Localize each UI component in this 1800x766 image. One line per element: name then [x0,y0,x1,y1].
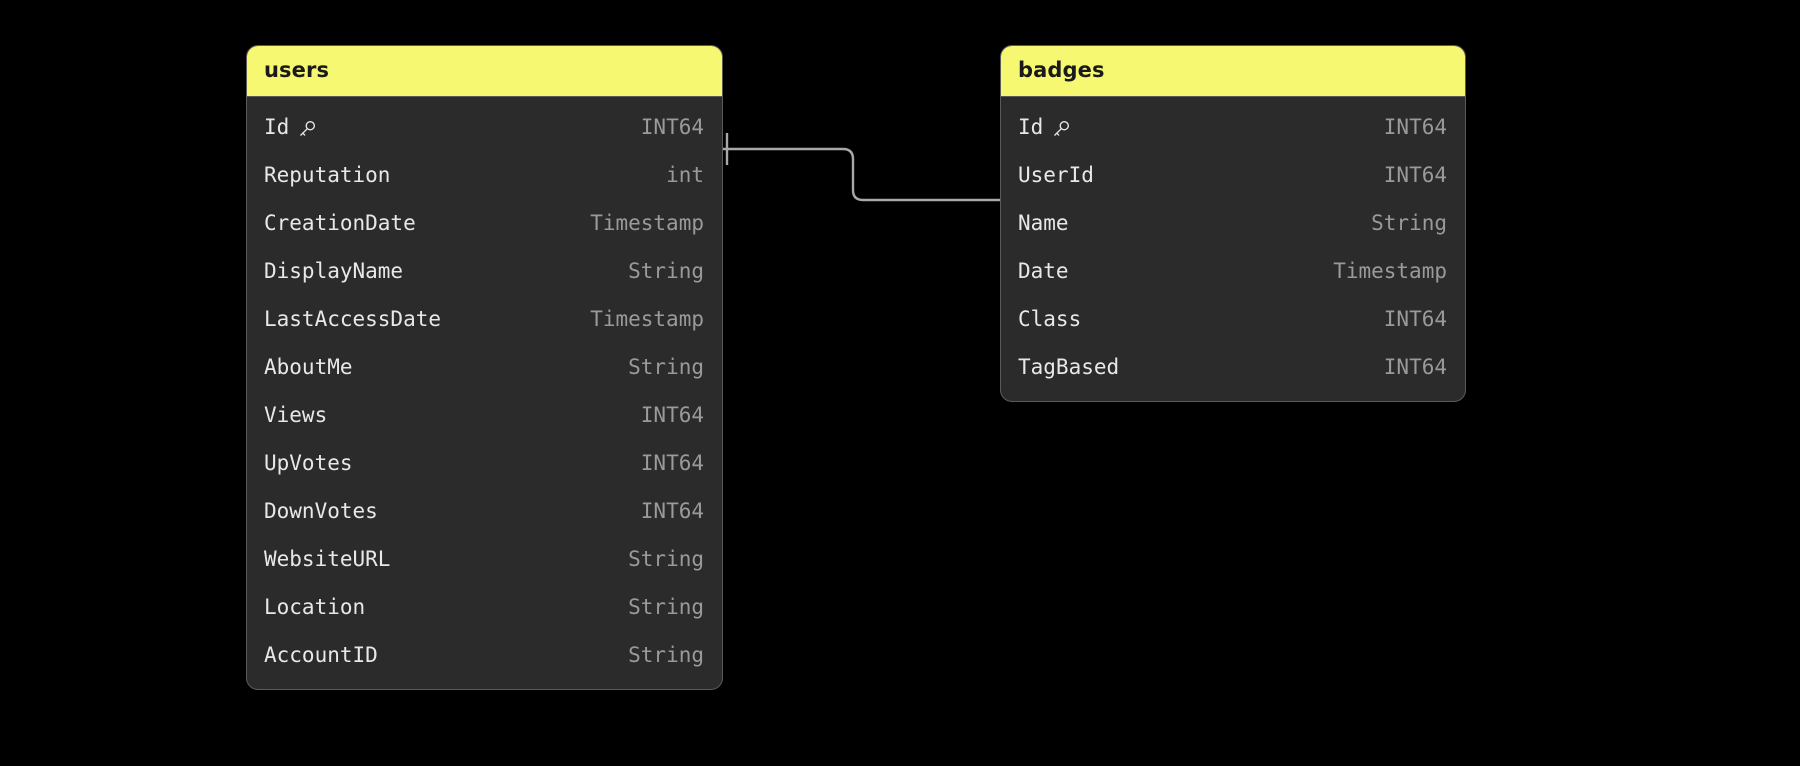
field-name-aboutme: AboutMe [264,355,353,379]
field-label: WebsiteURL [264,547,390,571]
field-label: Class [1018,307,1081,331]
field-type-badges-id: INT64 [1384,115,1447,139]
field-type-displayname: String [628,259,704,283]
field-name-id: Id [264,115,317,139]
field-row-websiteurl[interactable]: WebsiteURL String [247,535,722,583]
field-label: Date [1018,259,1069,283]
field-row-creationdate[interactable]: CreationDate Timestamp [247,199,722,247]
entity-title-badges: badges [1001,46,1465,97]
field-name-badges-date: Date [1018,259,1069,283]
field-label: CreationDate [264,211,416,235]
key-icon [1052,119,1071,138]
key-icon [298,119,317,138]
field-name-lastaccessdate: LastAccessDate [264,307,441,331]
field-type-websiteurl: String [628,547,704,571]
field-type-badges-date: Timestamp [1333,259,1447,283]
field-label: Reputation [264,163,390,187]
field-name-location: Location [264,595,365,619]
field-row-badges-date[interactable]: Date Timestamp [1001,247,1465,295]
field-name-badges-class: Class [1018,307,1081,331]
field-name-reputation: Reputation [264,163,390,187]
entity-table-badges[interactable]: badges Id INT64 UserId [1000,45,1466,402]
field-name-badges-id: Id [1018,115,1071,139]
field-label: LastAccessDate [264,307,441,331]
diagram-canvas: users Id INT64 Reputatio [0,0,1800,766]
field-row-accountid[interactable]: AccountID String [247,631,722,679]
field-type-badges-class: INT64 [1384,307,1447,331]
field-type-badges-tagbased: INT64 [1384,355,1447,379]
field-label: DownVotes [264,499,378,523]
field-label: AccountID [264,643,378,667]
field-row-lastaccessdate[interactable]: LastAccessDate Timestamp [247,295,722,343]
field-name-badges-name: Name [1018,211,1069,235]
field-name-accountid: AccountID [264,643,378,667]
field-type-aboutme: String [628,355,704,379]
field-row-views[interactable]: Views INT64 [247,391,722,439]
field-label: AboutMe [264,355,353,379]
field-row-aboutme[interactable]: AboutMe String [247,343,722,391]
entity-fields-badges: Id INT64 UserId INT64 [1001,97,1465,401]
field-type-badges-name: String [1371,211,1447,235]
field-type-id: INT64 [641,115,704,139]
field-name-websiteurl: WebsiteURL [264,547,390,571]
field-row-downvotes[interactable]: DownVotes INT64 [247,487,722,535]
field-row-upvotes[interactable]: UpVotes INT64 [247,439,722,487]
field-name-views: Views [264,403,327,427]
field-name-badges-tagbased: TagBased [1018,355,1119,379]
field-name-upvotes: UpVotes [264,451,353,475]
field-type-upvotes: INT64 [641,451,704,475]
field-label: UpVotes [264,451,353,475]
field-row-reputation[interactable]: Reputation int [247,151,722,199]
field-type-reputation: int [666,163,704,187]
field-row-badges-name[interactable]: Name String [1001,199,1465,247]
field-name-displayname: DisplayName [264,259,403,283]
field-row-badges-userid[interactable]: UserId INT64 [1001,151,1465,199]
field-type-accountid: String [628,643,704,667]
entity-table-users[interactable]: users Id INT64 Reputatio [246,45,723,690]
field-label: TagBased [1018,355,1119,379]
field-label: Id [1018,115,1043,139]
field-row-displayname[interactable]: DisplayName String [247,247,722,295]
entity-title-users: users [247,46,722,97]
field-type-creationdate: Timestamp [590,211,704,235]
field-label: Name [1018,211,1069,235]
field-label: DisplayName [264,259,403,283]
field-label: Views [264,403,327,427]
field-type-views: INT64 [641,403,704,427]
field-type-downvotes: INT64 [641,499,704,523]
field-name-badges-userid: UserId [1018,163,1094,187]
field-row-badges-tagbased[interactable]: TagBased INT64 [1001,343,1465,391]
field-name-downvotes: DownVotes [264,499,378,523]
field-row-badges-class[interactable]: Class INT64 [1001,295,1465,343]
field-label: Location [264,595,365,619]
field-row-badges-id[interactable]: Id INT64 [1001,103,1465,151]
field-label: UserId [1018,163,1094,187]
field-label: Id [264,115,289,139]
field-row-id[interactable]: Id INT64 [247,103,722,151]
field-name-creationdate: CreationDate [264,211,416,235]
field-type-location: String [628,595,704,619]
relationship-users-badges[interactable] [723,133,1028,218]
field-type-badges-userid: INT64 [1384,163,1447,187]
field-type-lastaccessdate: Timestamp [590,307,704,331]
relationship-line [723,149,1000,200]
field-row-location[interactable]: Location String [247,583,722,631]
entity-fields-users: Id INT64 Reputation int [247,97,722,689]
